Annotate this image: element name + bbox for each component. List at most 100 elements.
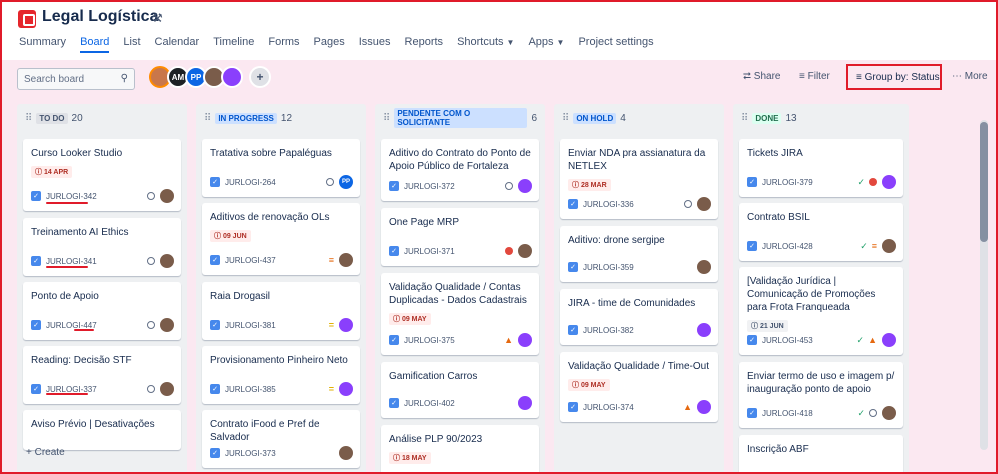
drag-handle-icon[interactable]: ⠿ — [562, 113, 569, 124]
assignee-avatar[interactable] — [696, 322, 712, 338]
issue-card[interactable]: Provisionamento Pinheiro Neto ✓ JURLOGI-3… — [202, 346, 360, 404]
blocked-icon — [869, 178, 877, 186]
issue-title: Curso Looker Studio — [31, 148, 123, 159]
assignee-avatar[interactable] — [338, 445, 354, 461]
assignee-avatar[interactable] — [338, 381, 354, 397]
create-issue-button[interactable]: + Create — [26, 447, 65, 458]
tab-shortcuts[interactable]: Shortcuts ▼ — [457, 36, 514, 53]
group-by-icon: ≡ — [856, 72, 862, 83]
vertical-scrollbar[interactable] — [980, 120, 988, 450]
issue-key[interactable]: JURLOGI-373 — [225, 449, 276, 458]
issue-key[interactable]: JURLOGI-379 — [762, 178, 813, 187]
customize-theme-icon[interactable]: ⚒ — [152, 11, 163, 25]
issue-key[interactable]: JURLOGI-382 — [583, 326, 634, 335]
filter-button[interactable]: ≡ Filter — [799, 71, 830, 82]
assignee-avatar[interactable] — [517, 395, 533, 411]
issue-key[interactable]: JURLOGI-374 — [583, 403, 634, 412]
issue-card[interactable]: One Page MRP ✓ JURLOGI-371 — [381, 208, 539, 266]
issue-key[interactable]: JURLOGI-375 — [404, 336, 455, 345]
tab-calendar[interactable]: Calendar — [155, 36, 200, 53]
tab-project-settings[interactable]: Project settings — [578, 36, 653, 53]
issue-card[interactable]: Aditivos de renovação OLs ⓘ 09 JUN ✓ JURL… — [202, 203, 360, 275]
tab-issues[interactable]: Issues — [359, 36, 391, 53]
drag-handle-icon[interactable]: ⠿ — [204, 113, 211, 124]
issue-key[interactable]: JURLOGI-418 — [762, 409, 813, 418]
tab-apps[interactable]: Apps ▼ — [528, 36, 564, 53]
issue-key[interactable]: JURLOGI-437 — [225, 256, 276, 265]
tab-reports[interactable]: Reports — [405, 36, 444, 53]
task-type-icon: ✓ — [31, 191, 41, 201]
task-type-icon: ✓ — [210, 320, 220, 330]
issue-key[interactable]: JURLOGI-359 — [583, 263, 634, 272]
issue-key[interactable]: JURLOGI-342 — [46, 192, 97, 201]
assignee-avatar[interactable] — [881, 332, 897, 348]
issue-card[interactable]: Enviar termo de uso e imagem p/ inaugura… — [739, 362, 903, 428]
tab-board[interactable]: Board — [80, 36, 110, 53]
assignee-avatar[interactable] — [159, 188, 175, 204]
drag-handle-icon[interactable]: ⠿ — [383, 113, 390, 124]
issue-key[interactable]: JURLOGI-371 — [404, 247, 455, 256]
issue-card[interactable]: Análise PLP 90/2023 ⓘ 18 MAY — [381, 425, 539, 472]
tab-summary[interactable]: Summary — [19, 36, 66, 53]
issue-key[interactable]: JURLOGI-372 — [404, 182, 455, 191]
assignee-avatar[interactable] — [517, 243, 533, 259]
issue-card[interactable]: Contrato BSIL ✓ JURLOGI-428 ✓ ≡ — [739, 203, 903, 261]
tab-timeline[interactable]: Timeline — [213, 36, 254, 53]
issue-key[interactable]: JURLOGI-264 — [225, 178, 276, 187]
issue-card[interactable]: Tickets JIRA ✓ JURLOGI-379 ✓ — [739, 139, 903, 197]
assignee-avatar[interactable] — [881, 174, 897, 190]
issue-card[interactable]: Gamification Carros ✓ JURLOGI-402 — [381, 362, 539, 418]
assignee-avatar[interactable]: PP — [338, 174, 354, 190]
issue-key[interactable]: JURLOGI-381 — [225, 321, 276, 330]
issue-card[interactable]: Validação Qualidade / Time-Out ⓘ 09 MAY … — [560, 352, 718, 422]
issue-card[interactable]: Curso Looker Studio ⓘ 14 APR ✓ JURLOGI-34… — [23, 139, 181, 211]
issue-card[interactable]: Aditivo: drone sergipe ✓ JURLOGI-359 — [560, 226, 718, 282]
issue-card[interactable]: Aditivo do Contrato do Ponto de Apoio Pú… — [381, 139, 539, 201]
issue-key[interactable]: JURLOGI-428 — [762, 242, 813, 251]
assignee-avatar[interactable] — [696, 399, 712, 415]
share-button[interactable]: ⮂ Share — [743, 71, 780, 82]
assignee-avatar[interactable] — [881, 238, 897, 254]
column-header: ⠿ DONE 13 — [733, 104, 909, 132]
issue-card[interactable]: Contrato iFood e Pref de Salvador ✓ JURLO… — [202, 410, 360, 468]
column-header: ⠿ ON HOLD 4 — [554, 104, 724, 132]
issue-key[interactable]: JURLOGI-385 — [225, 385, 276, 394]
scrollbar-thumb[interactable] — [980, 122, 988, 242]
drag-handle-icon[interactable]: ⠿ — [741, 113, 748, 124]
assignee-avatar[interactable] — [696, 196, 712, 212]
issue-card[interactable]: Aviso Prévio | Desativações — [23, 410, 181, 450]
issue-card[interactable]: Validação Qualidade / Contas Duplicadas … — [381, 273, 539, 355]
issue-card[interactable]: Reading: Decisão STF ✓ JURLOGI-337 — [23, 346, 181, 404]
drag-handle-icon[interactable]: ⠿ — [25, 113, 32, 124]
issue-key[interactable]: JURLOGI-336 — [583, 200, 634, 209]
due-date-badge: ⓘ 09 MAY — [568, 379, 610, 391]
issue-key[interactable]: JURLOGI-453 — [762, 336, 813, 345]
group-by-button[interactable]: ≡ Group by: Status — [846, 64, 942, 90]
assignee-avatar[interactable] — [517, 178, 533, 194]
assignee-avatar[interactable] — [338, 252, 354, 268]
tab-pages[interactable]: Pages — [314, 36, 345, 53]
issue-card[interactable]: Tratativa sobre Papaléguas ✓ JURLOGI-264 P… — [202, 139, 360, 197]
issue-card[interactable]: Enviar NDA pra assianatura da NETLEX ⓘ 2… — [560, 139, 718, 219]
assignee-avatar[interactable] — [159, 381, 175, 397]
issue-title: Tickets JIRA — [747, 148, 803, 159]
issue-card[interactable]: [Validação Jurídica | Comunicação de Pro… — [739, 267, 903, 355]
issue-card[interactable]: JIRA - time de Comunidades ✓ JURLOGI-382 — [560, 289, 718, 345]
assignee-avatar[interactable] — [338, 317, 354, 333]
issue-key[interactable]: JURLOGI-402 — [404, 399, 455, 408]
assignee-avatar[interactable] — [159, 317, 175, 333]
assignee-avatar[interactable] — [517, 332, 533, 348]
assignee-avatar[interactable] — [696, 259, 712, 275]
avatar[interactable] — [221, 66, 243, 88]
issue-card[interactable]: Inscrição ABF — [739, 435, 903, 472]
assignee-avatar[interactable] — [881, 405, 897, 421]
issue-card[interactable]: Raia Drogasil ✓ JURLOGI-381 = — [202, 282, 360, 340]
search-board-input[interactable]: Search board ⚲ — [17, 68, 135, 90]
more-button[interactable]: ⋯ More — [952, 71, 988, 82]
issue-card[interactable]: Ponto de Apoio ✓ JURLOGI-447 — [23, 282, 181, 340]
issue-key[interactable]: JURLOGI-341 — [46, 257, 97, 266]
add-people-icon[interactable]: + — [249, 66, 271, 88]
assignee-avatar[interactable] — [159, 253, 175, 269]
tab-forms[interactable]: Forms — [268, 36, 299, 53]
tab-list[interactable]: List — [123, 36, 140, 53]
